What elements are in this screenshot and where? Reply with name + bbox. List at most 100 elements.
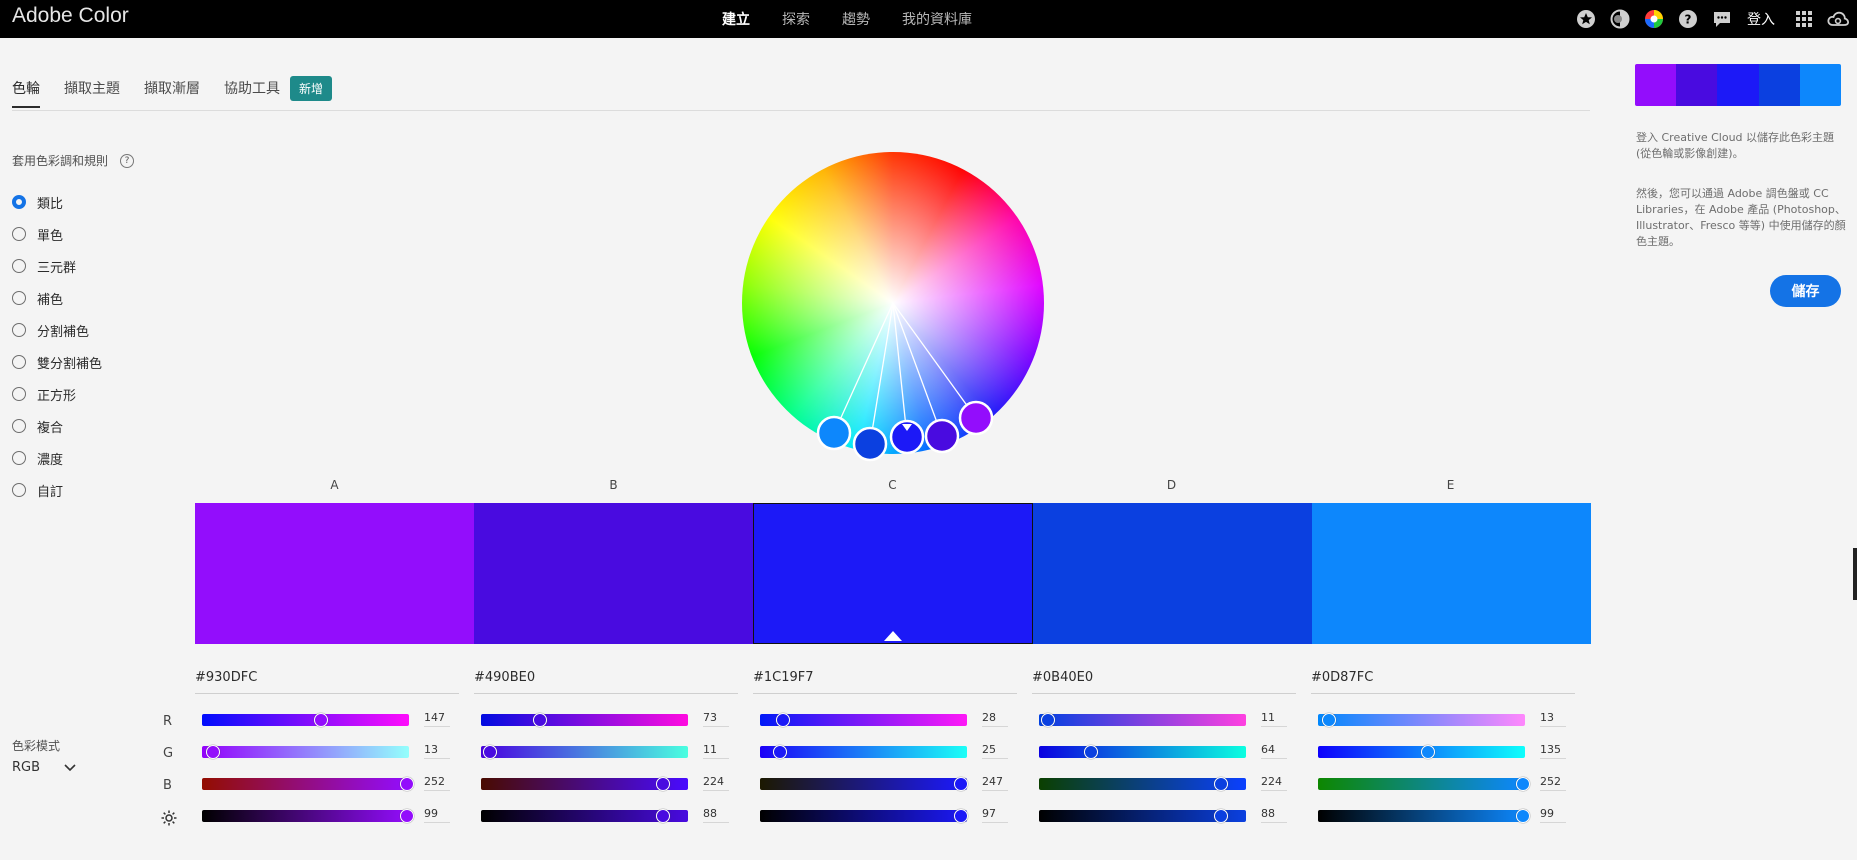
radio-icon[interactable]: [12, 291, 26, 305]
value-green-a[interactable]: 13: [424, 743, 450, 759]
slider-red-b[interactable]: [481, 713, 688, 727]
value-brightness-d[interactable]: 88: [1261, 807, 1287, 823]
value-red-d[interactable]: 11: [1261, 711, 1287, 727]
save-button[interactable]: 儲存: [1770, 275, 1841, 307]
rule-shades[interactable]: 濃度: [12, 442, 102, 474]
radio-icon[interactable]: [12, 259, 26, 273]
slider-knob[interactable]: [773, 745, 788, 759]
star-icon[interactable]: [1575, 8, 1597, 30]
side-panel-handle[interactable]: [1853, 548, 1857, 600]
slider-knob[interactable]: [953, 809, 968, 823]
radio-icon[interactable]: [12, 323, 26, 337]
tab-extract-gradient[interactable]: 擷取漸層: [144, 78, 200, 106]
slider-knob[interactable]: [205, 745, 220, 759]
slider-knob[interactable]: [953, 777, 968, 791]
slider-blue-e[interactable]: [1318, 777, 1530, 791]
signin-link[interactable]: 登入: [1747, 9, 1775, 29]
swatch-d[interactable]: [1032, 503, 1312, 644]
radio-icon[interactable]: [12, 227, 26, 241]
value-brightness-c[interactable]: 97: [982, 807, 1008, 823]
apps-grid-icon[interactable]: [1793, 8, 1815, 30]
nav-trends[interactable]: 趨勢: [842, 9, 870, 29]
tab-color-wheel[interactable]: 色輪: [12, 78, 40, 108]
slider-brightness-d[interactable]: [1039, 809, 1246, 823]
radio-icon[interactable]: [12, 387, 26, 401]
swatch-e[interactable]: [1311, 503, 1592, 644]
slider-knob[interactable]: [1515, 809, 1530, 823]
color-wheel-icon[interactable]: [1643, 8, 1665, 30]
value-brightness-a[interactable]: 99: [424, 807, 450, 823]
rule-square[interactable]: 正方形: [12, 378, 102, 410]
value-red-e[interactable]: 13: [1540, 711, 1566, 727]
slider-blue-d[interactable]: [1039, 777, 1246, 791]
swatch-a[interactable]: [195, 503, 475, 644]
help-icon[interactable]: ?: [1677, 8, 1699, 30]
slider-blue-b[interactable]: [481, 777, 688, 791]
radio-icon[interactable]: [12, 355, 26, 369]
slider-red-a[interactable]: [202, 713, 409, 727]
slider-red-d[interactable]: [1039, 713, 1246, 727]
nav-create[interactable]: 建立: [722, 9, 750, 29]
slider-brightness-e[interactable]: [1318, 809, 1530, 823]
value-green-c[interactable]: 25: [982, 743, 1008, 759]
radio-icon[interactable]: [12, 451, 26, 465]
tab-extract-theme[interactable]: 擷取主題: [64, 78, 120, 106]
radio-selected-icon[interactable]: [12, 195, 26, 209]
value-green-e[interactable]: 135: [1540, 743, 1566, 759]
wheel-handle-a[interactable]: [958, 400, 994, 436]
value-green-d[interactable]: 64: [1261, 743, 1287, 759]
slider-knob[interactable]: [399, 809, 414, 823]
slider-knob[interactable]: [1213, 777, 1228, 791]
value-brightness-b[interactable]: 88: [703, 807, 729, 823]
value-blue-d[interactable]: 224: [1261, 775, 1287, 791]
rule-custom[interactable]: 自訂: [12, 474, 102, 506]
wheel-handle-d[interactable]: [852, 426, 888, 462]
slider-knob[interactable]: [1040, 713, 1055, 727]
slider-knob[interactable]: [314, 713, 329, 727]
value-red-c[interactable]: 28: [982, 711, 1008, 727]
hex-input-c[interactable]: #1C19F7: [753, 670, 1017, 694]
slider-knob[interactable]: [1420, 745, 1435, 759]
value-red-a[interactable]: 147: [424, 711, 450, 727]
slider-blue-c[interactable]: [760, 777, 968, 791]
slider-knob[interactable]: [1214, 809, 1229, 823]
value-blue-c[interactable]: 247: [982, 775, 1008, 791]
nav-explore[interactable]: 探索: [782, 9, 810, 29]
rule-compound[interactable]: 複合: [12, 410, 102, 442]
hex-input-a[interactable]: #930DFC: [195, 670, 459, 694]
value-blue-a[interactable]: 252: [424, 775, 450, 791]
slider-green-b[interactable]: [481, 745, 688, 759]
slider-brightness-b[interactable]: [481, 809, 688, 823]
slider-knob[interactable]: [1515, 777, 1530, 791]
rule-double-split-complementary[interactable]: 雙分割補色: [12, 346, 102, 378]
wheel-handle-e[interactable]: [816, 415, 852, 451]
slider-green-c[interactable]: [760, 745, 967, 759]
slider-green-e[interactable]: [1318, 745, 1525, 759]
slider-knob[interactable]: [656, 809, 671, 823]
app-title[interactable]: Adobe Color: [12, 4, 129, 28]
creative-cloud-icon[interactable]: [1827, 8, 1849, 30]
swatch-b[interactable]: [474, 503, 754, 644]
slider-knob[interactable]: [655, 777, 670, 791]
rule-triad[interactable]: 三元群: [12, 250, 102, 282]
slider-red-e[interactable]: [1318, 713, 1525, 727]
hex-input-b[interactable]: #490BE0: [474, 670, 738, 694]
slider-knob[interactable]: [1321, 713, 1336, 727]
swatch-c[interactable]: [753, 503, 1033, 644]
slider-brightness-c[interactable]: [760, 809, 968, 823]
tab-accessibility-tools[interactable]: 協助工具: [224, 78, 280, 106]
hex-input-e[interactable]: #0D87FC: [1311, 670, 1575, 694]
wheel-handle-b[interactable]: [924, 418, 960, 454]
rule-monochromatic[interactable]: 單色: [12, 218, 102, 250]
slider-red-c[interactable]: [760, 713, 967, 727]
slider-knob[interactable]: [775, 713, 790, 727]
value-blue-b[interactable]: 224: [703, 775, 729, 791]
slider-blue-a[interactable]: [202, 777, 414, 791]
nav-my-library[interactable]: 我的資料庫: [902, 9, 972, 29]
radio-icon[interactable]: [12, 419, 26, 433]
rule-split-complementary[interactable]: 分割補色: [12, 314, 102, 346]
rule-complementary[interactable]: 補色: [12, 282, 102, 314]
slider-knob[interactable]: [533, 713, 548, 727]
slider-knob[interactable]: [482, 745, 497, 759]
slider-green-a[interactable]: [202, 745, 409, 759]
